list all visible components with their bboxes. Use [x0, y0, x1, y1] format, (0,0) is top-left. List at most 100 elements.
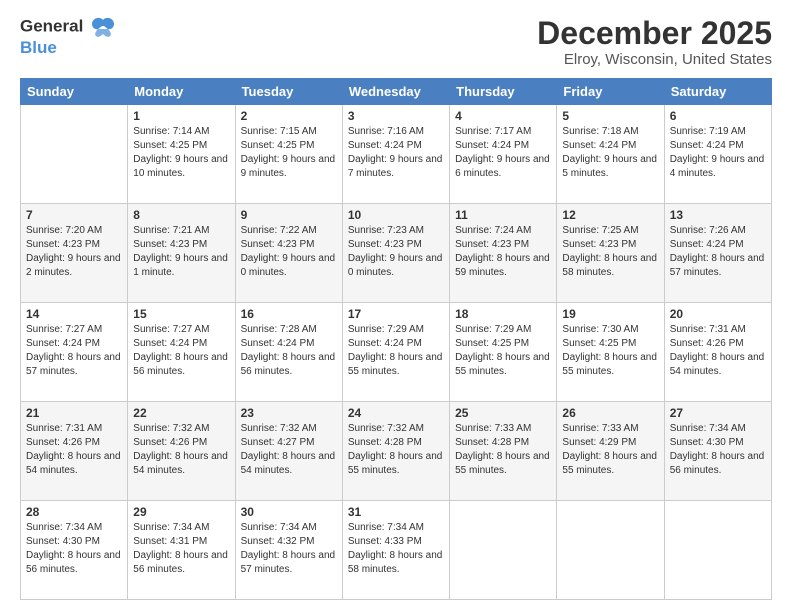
day-info: Sunrise: 7:24 AMSunset: 4:23 PMDaylight:…	[455, 224, 551, 280]
week-row-2: 7 Sunrise: 7:20 AMSunset: 4:23 PMDaylight…	[21, 204, 772, 303]
day-info: Sunrise: 7:34 AMSunset: 4:30 PMDaylight:…	[26, 521, 122, 577]
logo: General Blue	[20, 16, 116, 58]
calendar-cell: 13Sunrise: 7:26 AMSunset: 4:24 PMDayligh…	[664, 204, 771, 303]
day-number: 10	[348, 208, 444, 222]
day-info: Sunrise: 7:18 AMSunset: 4:24 PMDaylight:…	[562, 125, 658, 181]
day-info: Sunrise: 7:34 AMSunset: 4:33 PMDaylight:…	[348, 521, 444, 577]
logo-line2: Blue	[20, 38, 116, 58]
day-info: Sunrise: 7:34 AMSunset: 4:31 PMDaylight:…	[133, 521, 229, 577]
subtitle: Elroy, Wisconsin, United States	[537, 51, 772, 68]
day-number: 19	[562, 307, 658, 321]
calendar-cell: 10 Sunrise: 7:23 AMSunset: 4:23 PMDayligh…	[342, 204, 449, 303]
day-info: Sunrise: 7:17 AMSunset: 4:24 PMDaylight:…	[455, 125, 551, 181]
weekday-header-tuesday: Tuesday	[235, 79, 342, 105]
calendar-cell: 9 Sunrise: 7:22 AMSunset: 4:23 PMDaylight…	[235, 204, 342, 303]
day-info: Sunrise: 7:29 AMSunset: 4:25 PMDaylight:…	[455, 323, 551, 379]
calendar-cell: 8 Sunrise: 7:21 AMSunset: 4:23 PMDaylight…	[128, 204, 235, 303]
day-number: 25	[455, 406, 551, 420]
calendar-cell: 17 Sunrise: 7:29 AMSunset: 4:24 PMDayligh…	[342, 303, 449, 402]
day-info: Sunrise: 7:16 AMSunset: 4:24 PMDaylight:…	[348, 125, 444, 181]
calendar-cell: 25 Sunrise: 7:33 AMSunset: 4:28 PMDayligh…	[450, 402, 557, 501]
calendar-cell: 30 Sunrise: 7:34 AMSunset: 4:32 PMDayligh…	[235, 501, 342, 600]
calendar-cell: 16 Sunrise: 7:28 AMSunset: 4:24 PMDayligh…	[235, 303, 342, 402]
day-number: 1	[133, 109, 229, 123]
day-number: 18	[455, 307, 551, 321]
calendar-cell: 27Sunrise: 7:34 AMSunset: 4:30 PMDayligh…	[664, 402, 771, 501]
day-number: 17	[348, 307, 444, 321]
weekday-header-row: SundayMondayTuesdayWednesdayThursdayFrid…	[21, 79, 772, 105]
day-number: 28	[26, 505, 122, 519]
calendar-cell: 14 Sunrise: 7:27 AMSunset: 4:24 PMDayligh…	[21, 303, 128, 402]
page: General Blue December 2025 Elroy, Wiscon…	[0, 0, 792, 612]
day-info: Sunrise: 7:33 AMSunset: 4:28 PMDaylight:…	[455, 422, 551, 478]
logo-line1: General	[20, 16, 116, 38]
calendar-cell: 28 Sunrise: 7:34 AMSunset: 4:30 PMDayligh…	[21, 501, 128, 600]
calendar-cell	[450, 501, 557, 600]
day-number: 30	[241, 505, 337, 519]
calendar-cell: 18 Sunrise: 7:29 AMSunset: 4:25 PMDayligh…	[450, 303, 557, 402]
day-number: 9	[241, 208, 337, 222]
day-number: 27	[670, 406, 766, 420]
day-info: Sunrise: 7:34 AMSunset: 4:32 PMDaylight:…	[241, 521, 337, 577]
day-info: Sunrise: 7:20 AMSunset: 4:23 PMDaylight:…	[26, 224, 122, 280]
day-number: 2	[241, 109, 337, 123]
day-info: Sunrise: 7:19 AMSunset: 4:24 PMDaylight:…	[670, 125, 766, 181]
weekday-header-sunday: Sunday	[21, 79, 128, 105]
calendar-cell	[557, 501, 664, 600]
day-info: Sunrise: 7:26 AMSunset: 4:24 PMDaylight:…	[670, 224, 766, 280]
day-number: 20	[670, 307, 766, 321]
day-info: Sunrise: 7:14 AMSunset: 4:25 PMDaylight:…	[133, 125, 229, 181]
day-info: Sunrise: 7:33 AMSunset: 4:29 PMDaylight:…	[562, 422, 658, 478]
day-number: 21	[26, 406, 122, 420]
week-row-4: 21 Sunrise: 7:31 AMSunset: 4:26 PMDayligh…	[21, 402, 772, 501]
day-info: Sunrise: 7:27 AMSunset: 4:24 PMDaylight:…	[26, 323, 122, 379]
day-number: 29	[133, 505, 229, 519]
day-number: 14	[26, 307, 122, 321]
calendar-cell	[21, 105, 128, 204]
day-number: 16	[241, 307, 337, 321]
day-info: Sunrise: 7:32 AMSunset: 4:26 PMDaylight:…	[133, 422, 229, 478]
day-info: Sunrise: 7:25 AMSunset: 4:23 PMDaylight:…	[562, 224, 658, 280]
calendar-cell: 5Sunrise: 7:18 AMSunset: 4:24 PMDaylight…	[557, 105, 664, 204]
calendar-cell: 29 Sunrise: 7:34 AMSunset: 4:31 PMDayligh…	[128, 501, 235, 600]
weekday-header-saturday: Saturday	[664, 79, 771, 105]
calendar-cell: 6 Sunrise: 7:19 AMSunset: 4:24 PMDaylight…	[664, 105, 771, 204]
day-info: Sunrise: 7:32 AMSunset: 4:27 PMDaylight:…	[241, 422, 337, 478]
calendar-cell: 22 Sunrise: 7:32 AMSunset: 4:26 PMDayligh…	[128, 402, 235, 501]
day-number: 8	[133, 208, 229, 222]
day-info: Sunrise: 7:30 AMSunset: 4:25 PMDaylight:…	[562, 323, 658, 379]
day-number: 26	[562, 406, 658, 420]
weekday-header-friday: Friday	[557, 79, 664, 105]
calendar-cell: 21 Sunrise: 7:31 AMSunset: 4:26 PMDayligh…	[21, 402, 128, 501]
day-number: 6	[670, 109, 766, 123]
weekday-header-thursday: Thursday	[450, 79, 557, 105]
day-info: Sunrise: 7:22 AMSunset: 4:23 PMDaylight:…	[241, 224, 337, 280]
day-info: Sunrise: 7:27 AMSunset: 4:24 PMDaylight:…	[133, 323, 229, 379]
day-number: 23	[241, 406, 337, 420]
day-info: Sunrise: 7:21 AMSunset: 4:23 PMDaylight:…	[133, 224, 229, 280]
day-info: Sunrise: 7:23 AMSunset: 4:23 PMDaylight:…	[348, 224, 444, 280]
calendar-table: SundayMondayTuesdayWednesdayThursdayFrid…	[20, 78, 772, 600]
day-info: Sunrise: 7:28 AMSunset: 4:24 PMDaylight:…	[241, 323, 337, 379]
calendar-cell: 4 Sunrise: 7:17 AMSunset: 4:24 PMDaylight…	[450, 105, 557, 204]
calendar-cell: 23 Sunrise: 7:32 AMSunset: 4:27 PMDayligh…	[235, 402, 342, 501]
calendar-cell: 26 Sunrise: 7:33 AMSunset: 4:29 PMDayligh…	[557, 402, 664, 501]
calendar-cell: 7 Sunrise: 7:20 AMSunset: 4:23 PMDaylight…	[21, 204, 128, 303]
day-number: 4	[455, 109, 551, 123]
weekday-header-wednesday: Wednesday	[342, 79, 449, 105]
header: General Blue December 2025 Elroy, Wiscon…	[20, 16, 772, 68]
day-number: 11	[455, 208, 551, 222]
calendar-cell: 12Sunrise: 7:25 AMSunset: 4:23 PMDayligh…	[557, 204, 664, 303]
day-info: Sunrise: 7:29 AMSunset: 4:24 PMDaylight:…	[348, 323, 444, 379]
day-info: Sunrise: 7:15 AMSunset: 4:25 PMDaylight:…	[241, 125, 337, 181]
day-info: Sunrise: 7:31 AMSunset: 4:26 PMDaylight:…	[26, 422, 122, 478]
week-row-5: 28 Sunrise: 7:34 AMSunset: 4:30 PMDayligh…	[21, 501, 772, 600]
calendar-cell: 2 Sunrise: 7:15 AMSunset: 4:25 PMDaylight…	[235, 105, 342, 204]
day-number: 7	[26, 208, 122, 222]
day-number: 31	[348, 505, 444, 519]
calendar-cell: 15Sunrise: 7:27 AMSunset: 4:24 PMDayligh…	[128, 303, 235, 402]
calendar-cell: 31 Sunrise: 7:34 AMSunset: 4:33 PMDayligh…	[342, 501, 449, 600]
day-number: 22	[133, 406, 229, 420]
calendar-cell: 24Sunrise: 7:32 AMSunset: 4:28 PMDayligh…	[342, 402, 449, 501]
calendar-cell	[664, 501, 771, 600]
